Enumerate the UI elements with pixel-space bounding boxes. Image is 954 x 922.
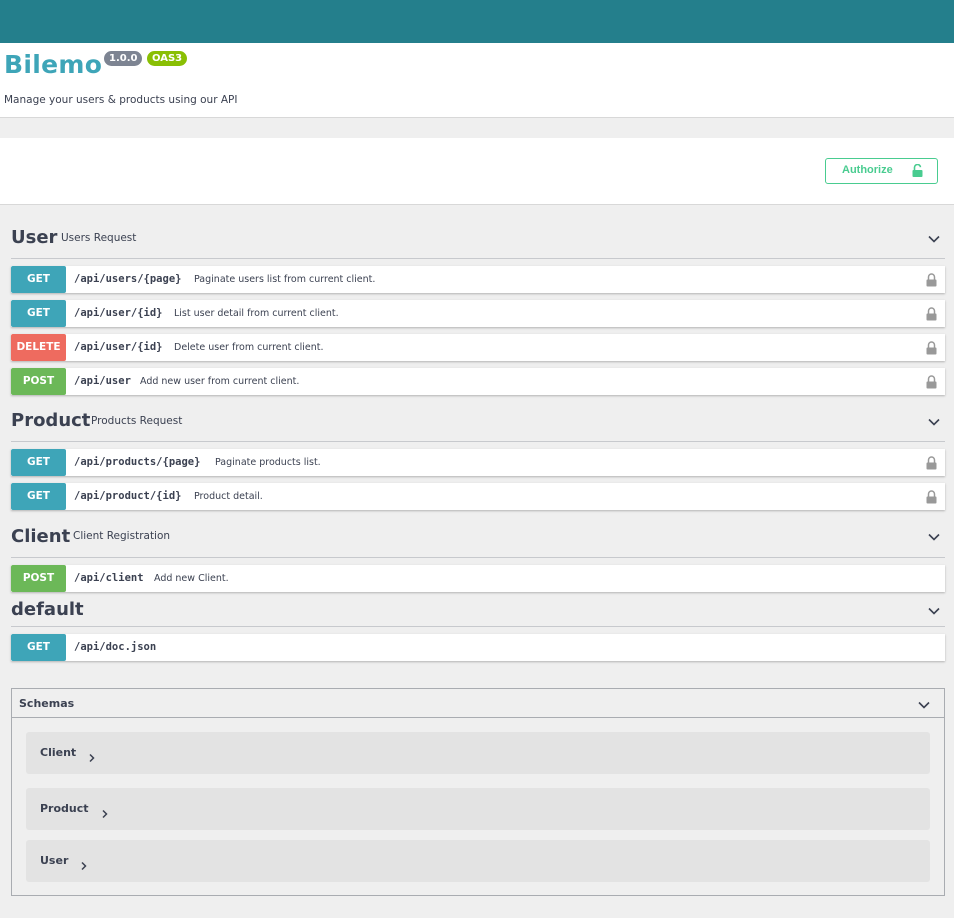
- unlock-icon: [912, 163, 923, 180]
- chevron-down-icon[interactable]: [927, 603, 941, 617]
- operation-path: /api/user/{id}: [74, 341, 163, 353]
- model-name: User: [40, 854, 69, 867]
- oas-badge: OAS3: [147, 51, 188, 66]
- chevron-right-icon[interactable]: [80, 856, 88, 875]
- schema-model-client[interactable]: Client: [26, 732, 930, 774]
- lock-icon[interactable]: [926, 306, 937, 325]
- operation-summary: Add new user from current client.: [140, 376, 300, 387]
- api-title: Bilemo: [4, 50, 103, 79]
- tag-name: Product: [11, 410, 91, 431]
- chevron-down-icon[interactable]: [917, 697, 931, 716]
- operation-get-products-page[interactable]: GET /api/products/{page} Paginate produc…: [11, 449, 945, 476]
- method-badge: POST: [11, 565, 66, 592]
- top-bar: [0, 0, 954, 43]
- lock-icon[interactable]: [926, 489, 937, 508]
- tag-default[interactable]: default: [11, 596, 945, 627]
- schema-model-product[interactable]: Product: [26, 788, 930, 830]
- method-badge: POST: [11, 368, 66, 395]
- lock-icon[interactable]: [926, 455, 937, 474]
- chevron-down-icon[interactable]: [927, 529, 941, 543]
- operation-summary: Paginate users list from current client.: [194, 274, 376, 285]
- operation-post-user[interactable]: POST /api/user Add new user from current…: [11, 368, 945, 395]
- chevron-right-icon[interactable]: [88, 748, 96, 767]
- lock-icon[interactable]: [926, 340, 937, 359]
- lock-icon[interactable]: [926, 272, 937, 291]
- operation-path: /api/user/{id}: [74, 307, 163, 319]
- operation-post-client[interactable]: POST /api/client Add new Client.: [11, 565, 945, 592]
- schemas-title: Schemas: [19, 697, 75, 710]
- operation-summary: Paginate products list.: [215, 457, 321, 468]
- method-badge: GET: [11, 634, 66, 661]
- operation-delete-user-id[interactable]: DELETE /api/user/{id} Delete user from c…: [11, 334, 945, 361]
- authorize-label: Authorize: [842, 164, 893, 176]
- method-badge: DELETE: [11, 334, 66, 361]
- tag-name: default: [11, 599, 84, 620]
- operation-summary: List user detail from current client.: [174, 308, 339, 319]
- operation-path: /api/users/{page}: [74, 273, 182, 285]
- operation-summary: Delete user from current client.: [174, 342, 324, 353]
- tag-description: Products Request: [91, 415, 183, 427]
- operation-get-user-id[interactable]: GET /api/user/{id} List user detail from…: [11, 300, 945, 327]
- footer-strip: [0, 918, 954, 922]
- chevron-down-icon[interactable]: [927, 231, 941, 245]
- operation-path: /api/user: [74, 375, 131, 387]
- operation-path: /api/product/{id}: [74, 490, 182, 502]
- tag-client[interactable]: Client Client Registration: [11, 520, 945, 558]
- operation-get-users-page[interactable]: GET /api/users/{page} Paginate users lis…: [11, 266, 945, 293]
- chevron-right-icon[interactable]: [101, 804, 109, 823]
- schemas-header[interactable]: Schemas: [12, 689, 944, 718]
- version-badge: 1.0.0: [104, 51, 143, 66]
- operation-path: /api/client: [74, 572, 144, 584]
- method-badge: GET: [11, 266, 66, 293]
- api-description: Manage your users & products using our A…: [4, 94, 238, 106]
- operation-summary: Product detail.: [194, 491, 263, 502]
- api-info: Bilemo 1.0.0 OAS3 Manage your users & pr…: [0, 43, 954, 118]
- operation-summary: Add new Client.: [154, 573, 229, 584]
- scheme-container: Authorize: [0, 138, 954, 205]
- authorize-button[interactable]: Authorize: [825, 158, 938, 184]
- tag-product[interactable]: Product Products Request: [11, 405, 945, 442]
- tag-name: User: [11, 227, 58, 248]
- lock-icon[interactable]: [926, 374, 937, 393]
- operation-get-product-id[interactable]: GET /api/product/{id} Product detail.: [11, 483, 945, 510]
- model-name: Client: [40, 746, 77, 759]
- model-name: Product: [40, 802, 89, 815]
- schemas-section: Schemas Client Product User: [11, 688, 945, 896]
- operation-get-doc-json[interactable]: GET /api/doc.json: [11, 634, 945, 661]
- operation-path: /api/doc.json: [74, 641, 157, 653]
- method-badge: GET: [11, 300, 66, 327]
- tag-description: Users Request: [61, 232, 137, 244]
- method-badge: GET: [11, 483, 66, 510]
- schema-model-user[interactable]: User: [26, 840, 930, 882]
- tag-name: Client: [11, 526, 71, 547]
- tag-user[interactable]: User Users Request: [11, 222, 945, 259]
- chevron-down-icon[interactable]: [927, 414, 941, 428]
- tag-description: Client Registration: [73, 530, 171, 542]
- operation-path: /api/products/{page}: [74, 456, 201, 468]
- method-badge: GET: [11, 449, 66, 476]
